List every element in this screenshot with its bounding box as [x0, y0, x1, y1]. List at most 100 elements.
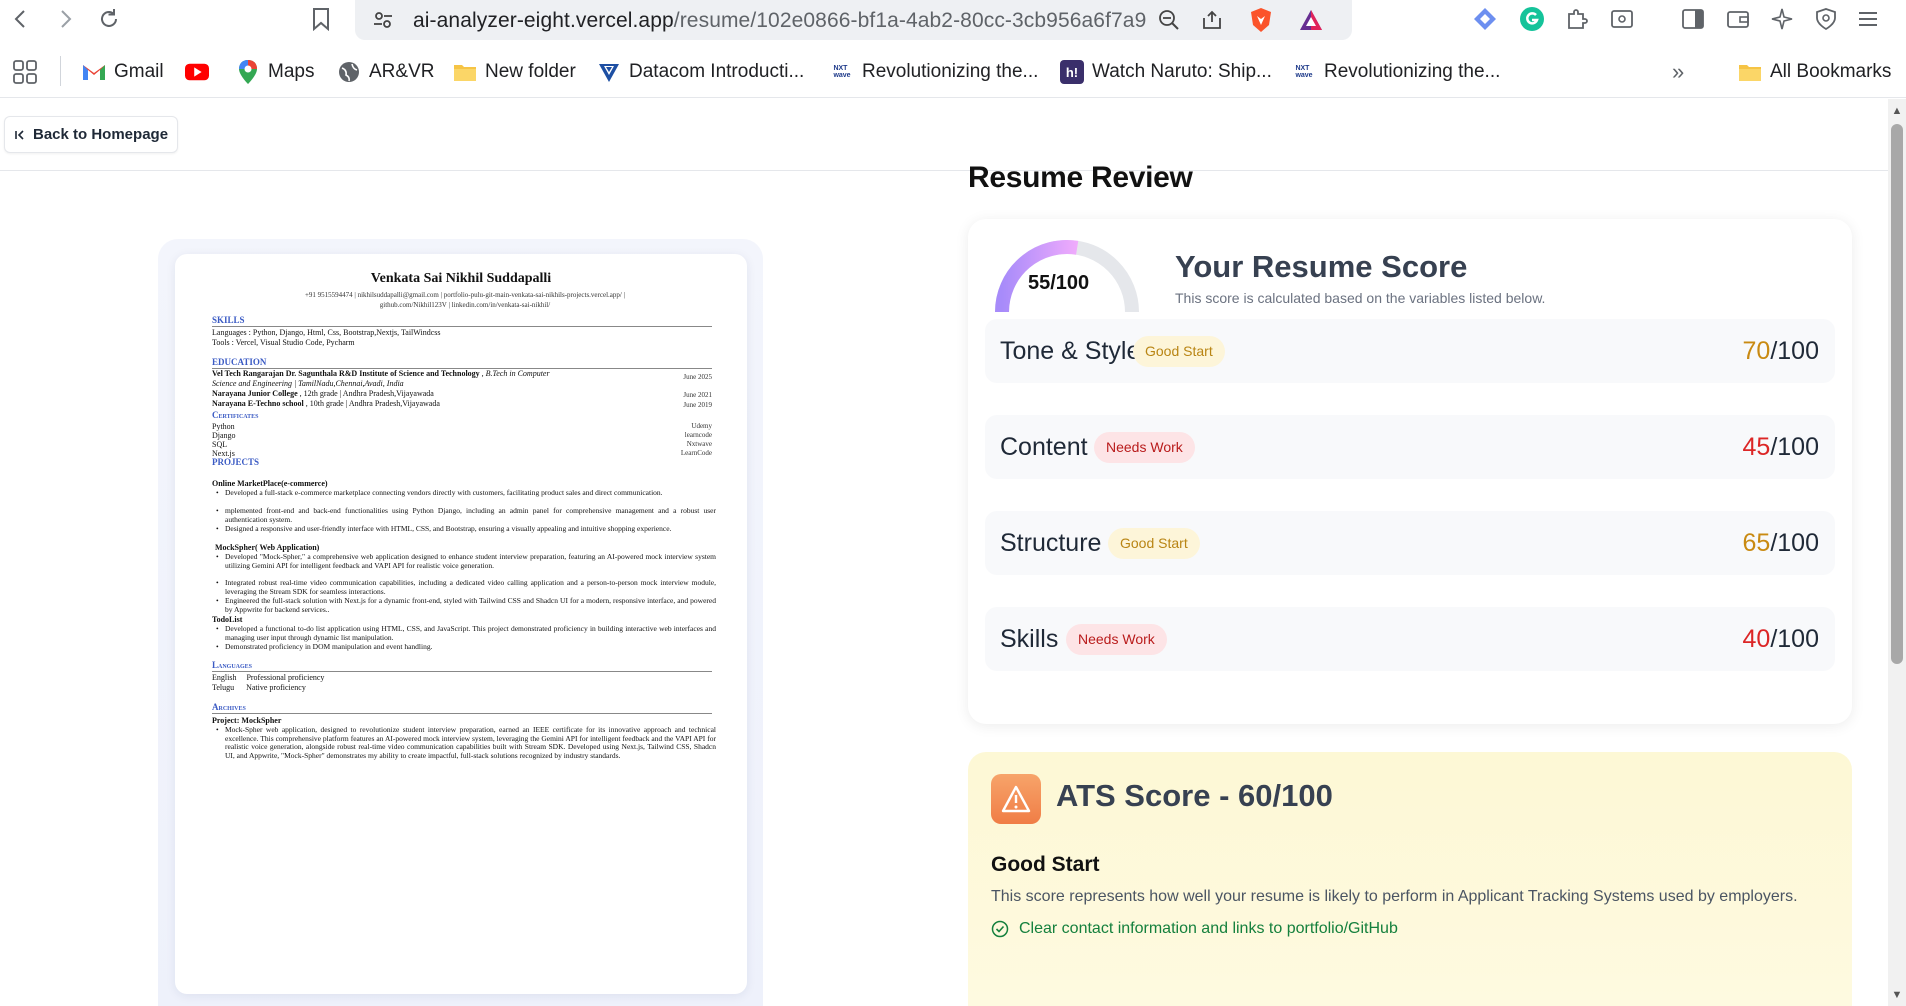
- bookmarks-divider: [60, 56, 61, 86]
- page-title: Resume Review: [968, 161, 1193, 194]
- resume-bullet: Mock-Spher web application, designed to …: [216, 725, 716, 760]
- resume-preview-image[interactable]: Venkata Sai Nikhil Suddapalli +91 951559…: [175, 254, 747, 994]
- back-to-homepage-label: Back to Homepage: [33, 126, 169, 143]
- menu-icon[interactable]: [1853, 4, 1883, 34]
- bookmark-label: Maps: [268, 61, 315, 82]
- apps-grid-icon[interactable]: [12, 58, 38, 86]
- resume-text: Languages : Python, Django, Html, Css, B…: [212, 328, 441, 337]
- globe-icon: [337, 60, 361, 84]
- resume-bold: Narayana Junior College: [212, 389, 298, 398]
- resume-section-heading: SKILLS: [212, 315, 712, 327]
- tab-search-icon[interactable]: [1607, 4, 1637, 34]
- sidebar-icon[interactable]: [1678, 4, 1708, 34]
- resume-section-heading: Languages: [212, 660, 712, 672]
- bookmark-icon[interactable]: [306, 4, 336, 34]
- bookmarks-bar: Gmail Maps AR&VR New folder Datacom Intr…: [0, 46, 1906, 98]
- category-badge: Needs Work: [1066, 624, 1167, 655]
- resume-contact: +91 9515594474 | nikhilsuddapalli@gmail.…: [215, 290, 715, 310]
- resume-bullet: Engineered the full-stack solution with …: [216, 596, 716, 614]
- address-bar[interactable]: ai-analyzer-eight.vercel.app/resume/102e…: [355, 0, 1352, 40]
- resume-name: Venkata Sai Nikhil Suddapalli: [370, 271, 552, 286]
- datacom-icon: [597, 60, 621, 84]
- category-name: Content: [1000, 433, 1088, 461]
- resume-contact-line: +91 9515594474 | nikhilsuddapalli@gmail.…: [304, 291, 625, 299]
- category-badge: Good Start: [1133, 336, 1225, 367]
- page-nav: Back to Homepage: [0, 99, 1888, 171]
- bookmark-nxtwave-1[interactable]: NXT wave Revolutionizing the...: [830, 58, 1038, 86]
- bookmark-label: Watch Naruto: Ship...: [1092, 61, 1272, 82]
- category-score-value: 70: [1742, 337, 1771, 365]
- wallet-icon[interactable]: [1723, 4, 1753, 34]
- zoom-icon[interactable]: [1155, 6, 1183, 34]
- vpn-shield-icon[interactable]: [1811, 4, 1841, 34]
- resume-bullet: mplemented front-end and back-end functi…: [216, 506, 716, 524]
- category-score-value: 65: [1742, 529, 1771, 557]
- extensions-icon[interactable]: [1562, 4, 1592, 34]
- forward-arrow-icon[interactable]: [50, 4, 80, 34]
- resume-contact-line: github.com/Nikhil123V | linkedin.com/in/…: [379, 301, 551, 309]
- category-badge: Needs Work: [1094, 432, 1195, 463]
- scroll-down-arrow-icon[interactable]: ▼: [1890, 988, 1904, 1002]
- bookmark-maps[interactable]: Maps: [236, 58, 314, 86]
- overall-score-label: 55/100: [1028, 272, 1090, 294]
- nxtwave-icon: NXT wave: [833, 65, 851, 79]
- leo-ai-icon[interactable]: [1767, 4, 1797, 34]
- resume-text: Tools : Vercel, Visual Studio Code, Pych…: [212, 338, 355, 347]
- back-chevron-icon: [15, 129, 24, 140]
- bookmark-label: New folder: [485, 61, 576, 82]
- category-name: Skills: [1000, 625, 1059, 653]
- ats-score-card: ATS Score - 60/100 Good Start This score…: [968, 752, 1852, 1006]
- resume-text: learncode: [684, 431, 712, 439]
- more-bookmarks-button[interactable]: »: [1672, 58, 1684, 86]
- resume-bullet: Designed a responsive and user-friendly …: [216, 524, 716, 534]
- resume-section-heading: PROJECTS: [212, 457, 260, 467]
- bookmark-label: Gmail: [114, 61, 164, 82]
- resume-text: Nxtwave: [686, 440, 712, 448]
- share-icon[interactable]: [1198, 6, 1226, 34]
- back-to-homepage-button[interactable]: Back to Homepage: [4, 116, 179, 153]
- bookmark-arvr[interactable]: AR&VR: [337, 58, 434, 86]
- bookmark-label: AR&VR: [369, 61, 435, 82]
- category-row: Skills Needs Work 40/100: [985, 607, 1835, 671]
- brave-rewards-icon[interactable]: [1297, 6, 1325, 34]
- bookmark-youtube[interactable]: [185, 58, 209, 86]
- bookmark-nxtwave-2[interactable]: NXT wave Revolutionizing the...: [1292, 58, 1500, 86]
- resume-section-heading: EDUCATION: [212, 357, 712, 369]
- more-bookmarks-label: »: [1672, 59, 1685, 84]
- bookmark-new-folder[interactable]: New folder: [453, 58, 576, 86]
- ats-tip: Clear contact information and links to p…: [991, 920, 1398, 938]
- bookmark-gmail[interactable]: Gmail: [82, 58, 164, 86]
- brave-shield-icon[interactable]: [1247, 6, 1275, 34]
- youtube-icon: [185, 60, 209, 84]
- category-score: 65/100: [1743, 529, 1819, 558]
- back-arrow-icon[interactable]: [6, 4, 36, 34]
- resume-text: Udemy: [691, 422, 712, 430]
- all-bookmarks-folder[interactable]: All Bookmarks: [1738, 58, 1891, 86]
- category-badge: Good Start: [1108, 528, 1200, 559]
- bookmark-datacom[interactable]: Datacom Introducti...: [597, 58, 804, 86]
- gmail-icon: [82, 60, 106, 84]
- check-circle-icon: [991, 920, 1009, 938]
- ats-status: Good Start: [991, 853, 1100, 876]
- url-text[interactable]: ai-analyzer-eight.vercel.app/resume/102e…: [413, 9, 1146, 33]
- resume-bullet: Developed a full-stack e-commerce market…: [216, 488, 716, 498]
- nxtwave-icon: NXT wave: [1295, 65, 1313, 79]
- bookmark-naruto[interactable]: h! Watch Naruto: Ship...: [1060, 58, 1272, 86]
- category-score-value: 40: [1742, 625, 1771, 653]
- hianime-icon: h!: [1060, 60, 1084, 84]
- resume-section-heading: Certificates: [212, 410, 259, 420]
- category-score-max: /100: [1770, 625, 1819, 653]
- category-score: 70/100: [1743, 337, 1819, 366]
- scroll-up-arrow-icon[interactable]: ▲: [1890, 104, 1904, 118]
- category-score: 45/100: [1743, 433, 1819, 462]
- url-path: /resume/102e0866-bf1a-4ab2-80cc-3cb956a6…: [673, 9, 1147, 32]
- site-settings-icon[interactable]: [369, 6, 397, 34]
- extension-ai-icon[interactable]: [1470, 4, 1500, 34]
- resume-text: LearnCode: [680, 449, 712, 457]
- category-score-max: /100: [1770, 337, 1819, 365]
- scrollbar-thumb[interactable]: [1891, 124, 1903, 664]
- category-score: 40/100: [1743, 625, 1819, 654]
- reload-icon[interactable]: [94, 4, 124, 34]
- score-heading: Your Resume Score: [1175, 249, 1468, 284]
- grammarly-icon[interactable]: [1517, 4, 1547, 34]
